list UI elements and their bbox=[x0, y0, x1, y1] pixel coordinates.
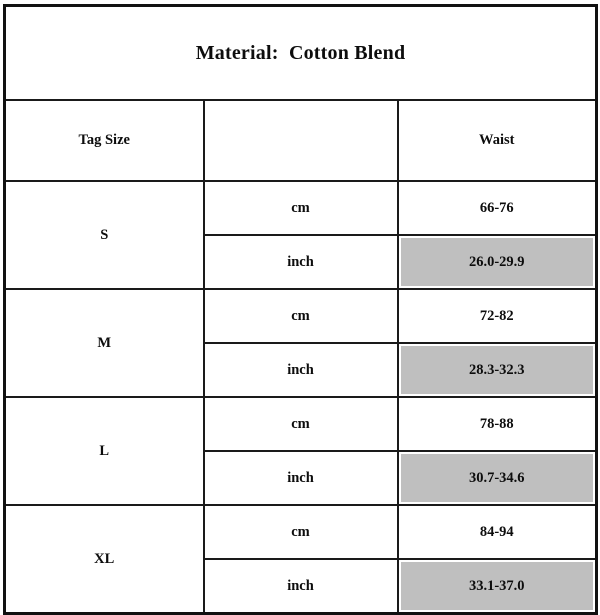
unit-label-inch: inch bbox=[202, 342, 399, 398]
waist-cm-s-value: 66-76 bbox=[479, 199, 514, 216]
unit-label-inch: inch bbox=[202, 234, 399, 290]
waist-cm-s: 66-76 bbox=[396, 180, 598, 236]
table-row: XL cm 84-94 bbox=[3, 504, 598, 615]
waist-inch-m-value: 28.3-32.3 bbox=[398, 344, 595, 396]
header-waist: Waist bbox=[396, 99, 598, 182]
waist-inch-l-value: 30.7-34.6 bbox=[398, 452, 595, 504]
waist-inch-xl-value: 33.1-37.0 bbox=[398, 560, 595, 612]
waist-cm-xl: 84-94 bbox=[396, 504, 598, 560]
size-label-s: S bbox=[3, 180, 205, 290]
waist-inch-s: 26.0-29.9 bbox=[396, 234, 598, 290]
size-chart-sheet: Material: Cotton Blend Tag Size Waist S … bbox=[0, 0, 600, 615]
size-label-xl: XL bbox=[3, 504, 205, 615]
waist-inch-xl: 33.1-37.0 bbox=[396, 558, 598, 615]
size-label-l: L bbox=[3, 396, 205, 506]
waist-cm-l-value: 78-88 bbox=[479, 415, 514, 432]
waist-inch-m: 28.3-32.3 bbox=[396, 342, 598, 398]
unit-label-cm: cm bbox=[202, 396, 399, 452]
waist-inch-s-value: 26.0-29.9 bbox=[398, 236, 595, 288]
waist-cm-m: 72-82 bbox=[396, 288, 598, 344]
waist-inch-l: 30.7-34.6 bbox=[396, 450, 598, 506]
header-unit-blank bbox=[202, 99, 399, 182]
table-row: S cm 66-76 bbox=[3, 180, 598, 290]
waist-cm-xl-value: 84-94 bbox=[479, 523, 514, 540]
table-row: M cm 72-82 bbox=[3, 288, 598, 398]
table-row: L cm 78-88 bbox=[3, 396, 598, 506]
waist-cm-l: 78-88 bbox=[396, 396, 598, 452]
size-chart-table: Material: Cotton Blend Tag Size Waist S … bbox=[3, 4, 598, 615]
header-tag-size: Tag Size bbox=[3, 99, 205, 182]
unit-label-cm: cm bbox=[202, 504, 399, 560]
header-row: Tag Size Waist bbox=[3, 99, 598, 182]
title-row: Material: Cotton Blend bbox=[3, 4, 598, 101]
unit-label-cm: cm bbox=[202, 288, 399, 344]
unit-label-cm: cm bbox=[202, 180, 399, 236]
size-label-m: M bbox=[3, 288, 205, 398]
unit-label-inch: inch bbox=[202, 450, 399, 506]
waist-cm-m-value: 72-82 bbox=[479, 307, 514, 324]
material-title: Material: Cotton Blend bbox=[3, 4, 598, 101]
unit-label-inch: inch bbox=[202, 558, 399, 615]
